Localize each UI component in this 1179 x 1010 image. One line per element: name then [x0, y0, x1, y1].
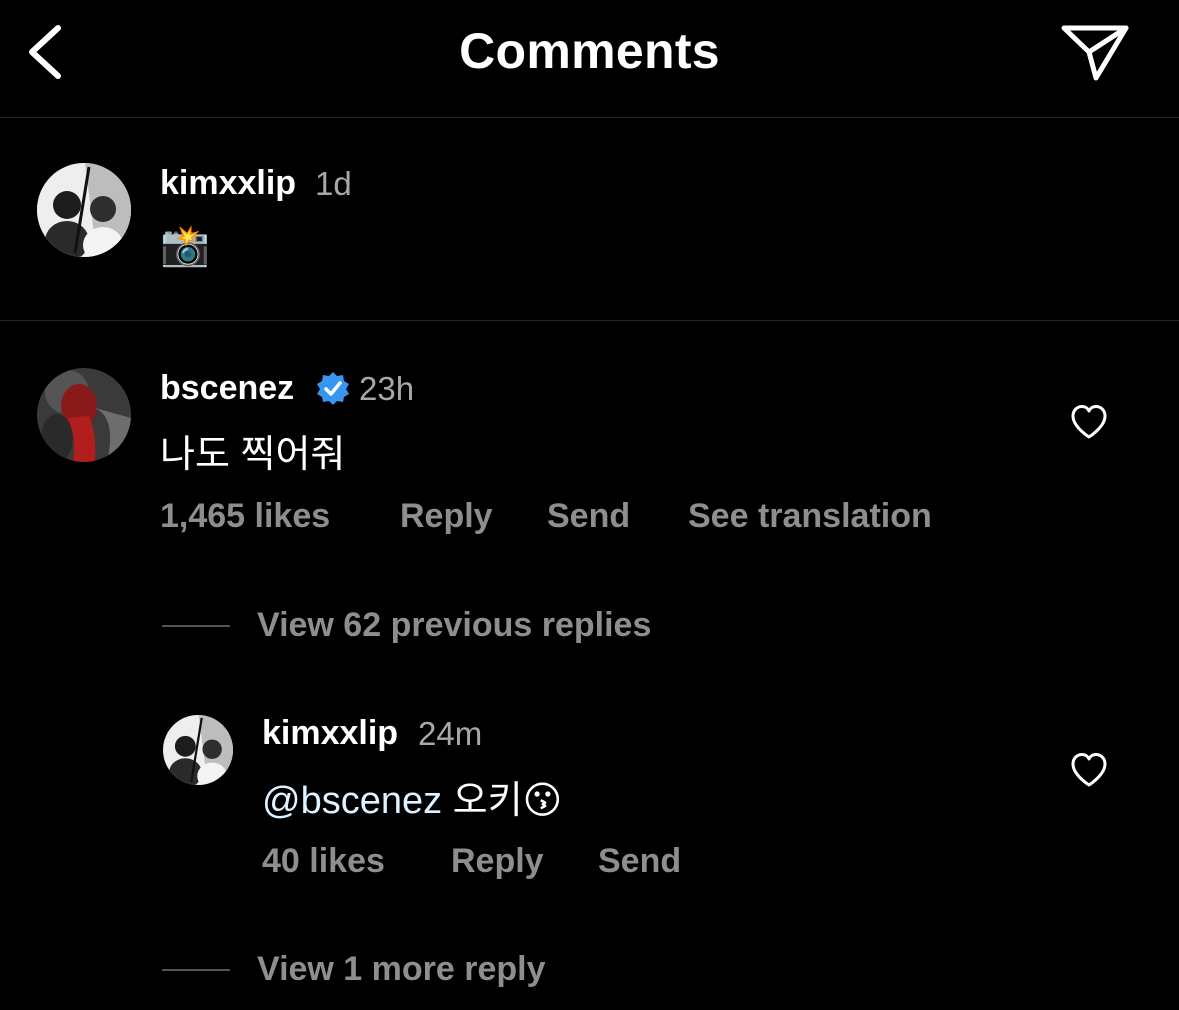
send-button[interactable]: Send — [598, 842, 681, 881]
reply-message: 오키😗 — [442, 780, 563, 822]
verified-badge-icon — [317, 372, 349, 405]
page-title: Comments — [459, 23, 720, 79]
like-button[interactable] — [1069, 402, 1109, 442]
reply-likes-count[interactable]: 40 likes — [262, 842, 385, 881]
paper-plane-icon — [1061, 25, 1129, 81]
see-translation-button[interactable]: See translation — [688, 497, 932, 536]
share-button[interactable] — [1058, 20, 1132, 84]
comment-timestamp: 23h — [359, 370, 415, 407]
caption-text: 📸 — [160, 224, 210, 268]
replies-divider-line — [162, 625, 230, 627]
avatar[interactable] — [163, 715, 233, 785]
top-bar: Comments — [0, 0, 1179, 118]
heart-outline-icon — [1071, 405, 1107, 439]
send-button[interactable]: Send — [547, 497, 630, 536]
reply-button[interactable]: Reply — [400, 497, 493, 536]
like-button[interactable] — [1069, 750, 1109, 790]
reply-username[interactable]: kimxxlip — [262, 714, 398, 753]
post-caption: kimxxlip 1d 📸 — [0, 118, 1179, 321]
avatar[interactable] — [37, 163, 131, 257]
view-previous-replies-button[interactable]: View 62 previous replies — [257, 606, 651, 645]
caption-username[interactable]: kimxxlip — [160, 164, 296, 203]
reply-timestamp: 24m — [418, 715, 483, 752]
avatar[interactable] — [37, 368, 131, 462]
comment-username[interactable]: bscenez — [160, 369, 294, 408]
caption-timestamp: 1d — [315, 165, 352, 202]
replies-divider-line — [162, 969, 230, 971]
reply-text: @bscenez 오키😗 — [262, 769, 562, 824]
mention-link[interactable]: @bscenez — [262, 780, 442, 822]
view-more-replies-button[interactable]: View 1 more reply — [257, 950, 546, 989]
heart-outline-icon — [1071, 753, 1107, 787]
reply-button[interactable]: Reply — [451, 842, 544, 881]
comment-text: 나도 찍어줘 — [160, 434, 346, 476]
comment-likes-count[interactable]: 1,465 likes — [160, 497, 330, 536]
